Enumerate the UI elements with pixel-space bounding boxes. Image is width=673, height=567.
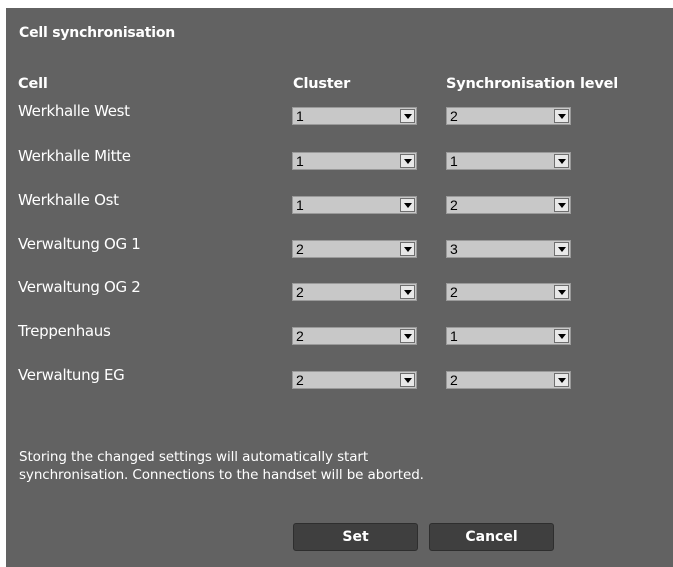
chevron-down-icon[interactable]	[400, 198, 415, 212]
sync-level-value: 3	[450, 241, 458, 257]
cluster-value: 2	[296, 241, 304, 257]
chevron-down-icon[interactable]	[400, 109, 415, 123]
cluster-value: 2	[296, 372, 304, 388]
cell-name: Verwaltung OG 2	[18, 278, 141, 296]
sync-level-select[interactable]: 2	[446, 196, 571, 214]
chevron-down-icon[interactable]	[400, 154, 415, 168]
column-header-cell: Cell	[18, 76, 48, 92]
cluster-select[interactable]: 1	[292, 196, 417, 214]
cluster-select[interactable]: 1	[292, 107, 417, 125]
cell-name: Treppenhaus	[18, 322, 111, 340]
table-row: Werkhalle West 1 2	[6, 100, 673, 130]
cluster-select[interactable]: 2	[292, 371, 417, 389]
info-line: Storing the changed settings will automa…	[19, 449, 369, 465]
cell-name: Verwaltung OG 1	[18, 235, 141, 253]
table-row: Verwaltung OG 2 2 2	[6, 276, 673, 306]
sync-level-value: 2	[450, 284, 458, 300]
cell-name: Werkhalle Ost	[18, 191, 119, 209]
sync-level-value: 2	[450, 197, 458, 213]
column-header-cluster: Cluster	[293, 76, 351, 92]
table-row: Verwaltung EG 2 2	[6, 364, 673, 394]
chevron-down-icon[interactable]	[554, 373, 569, 387]
cell-name: Verwaltung EG	[18, 366, 125, 384]
cell-name: Werkhalle West	[18, 102, 130, 120]
sync-level-select[interactable]: 1	[446, 327, 571, 345]
table-row: Werkhalle Ost 1 2	[6, 189, 673, 219]
sync-level-value: 2	[450, 108, 458, 124]
cluster-select[interactable]: 2	[292, 240, 417, 258]
sync-level-select[interactable]: 1	[446, 152, 571, 170]
sync-level-select[interactable]: 2	[446, 283, 571, 301]
table-row: Treppenhaus 2 1	[6, 320, 673, 350]
cluster-value: 1	[296, 108, 304, 124]
cluster-value: 2	[296, 284, 304, 300]
sync-level-value: 1	[450, 328, 458, 344]
cluster-select[interactable]: 2	[292, 283, 417, 301]
cancel-button[interactable]: Cancel	[429, 523, 554, 551]
sync-level-value: 1	[450, 153, 458, 169]
chevron-down-icon[interactable]	[554, 109, 569, 123]
chevron-down-icon[interactable]	[400, 329, 415, 343]
chevron-down-icon[interactable]	[554, 242, 569, 256]
table-row: Verwaltung OG 1 2 3	[6, 233, 673, 263]
cluster-select[interactable]: 2	[292, 327, 417, 345]
column-header-sync-level: Synchronisation level	[446, 76, 619, 92]
chevron-down-icon[interactable]	[400, 285, 415, 299]
cell-name: Werkhalle Mitte	[18, 147, 131, 165]
chevron-down-icon[interactable]	[554, 198, 569, 212]
cluster-value: 1	[296, 153, 304, 169]
set-button[interactable]: Set	[293, 523, 418, 551]
cluster-select[interactable]: 1	[292, 152, 417, 170]
sync-level-value: 2	[450, 372, 458, 388]
sync-level-select[interactable]: 2	[446, 107, 571, 125]
table-row: Werkhalle Mitte 1 1	[6, 145, 673, 175]
chevron-down-icon[interactable]	[554, 329, 569, 343]
cell-synchronisation-panel: Cell synchronisation Cell Cluster Synchr…	[6, 8, 673, 567]
chevron-down-icon[interactable]	[554, 154, 569, 168]
sync-level-select[interactable]: 3	[446, 240, 571, 258]
sync-level-select[interactable]: 2	[446, 371, 571, 389]
info-text: Storing the changed settings will automa…	[19, 448, 424, 484]
cluster-value: 2	[296, 328, 304, 344]
chevron-down-icon[interactable]	[400, 373, 415, 387]
info-line: synchronisation. Connections to the hand…	[19, 467, 424, 483]
cluster-value: 1	[296, 197, 304, 213]
chevron-down-icon[interactable]	[554, 285, 569, 299]
panel-title: Cell synchronisation	[19, 25, 176, 41]
chevron-down-icon[interactable]	[400, 242, 415, 256]
